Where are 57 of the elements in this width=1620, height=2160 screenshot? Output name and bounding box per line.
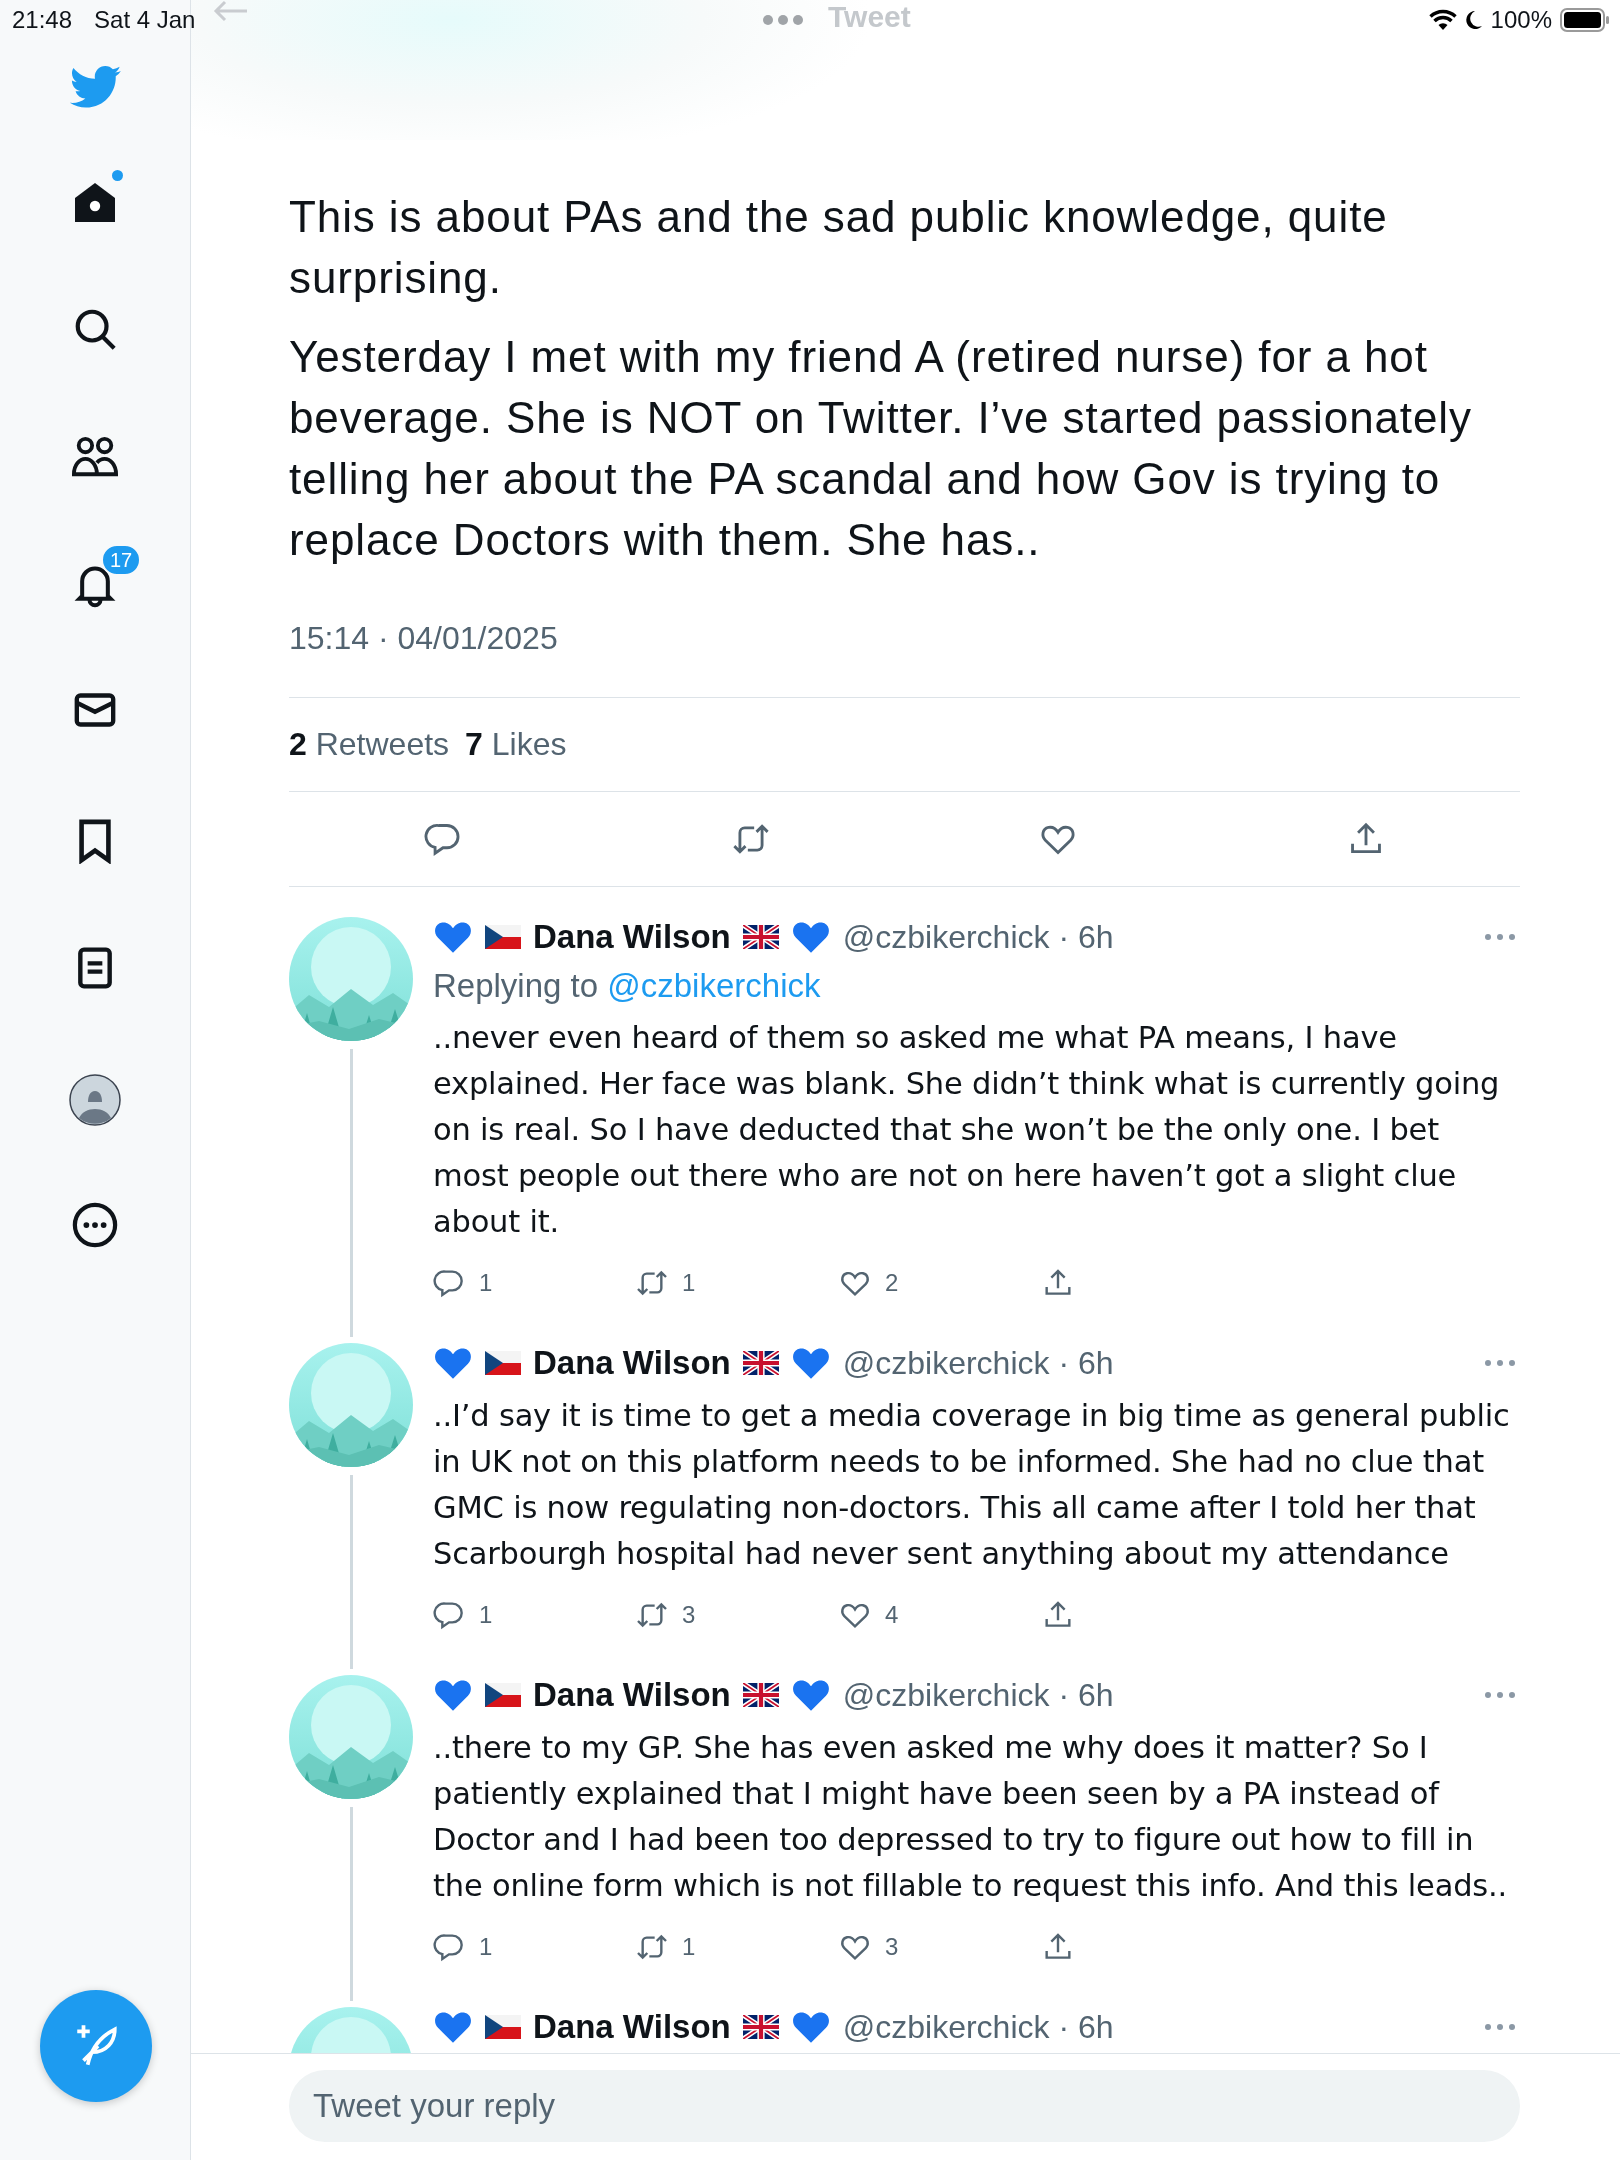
flag-icon [742,925,779,949]
action-count: 3 [682,1601,696,1629]
tweet-text: This is about PAs and the sad public knowledge, quite surprising. [289,191,1389,304]
tweet-text: Yesterday I met with my friend A (retired nurse) for a hot beverage. She is NOT on Twitter. I’ve started passionately telling her about the PA scandal and how Gov is trying to replace Doctors with them. She has.. [289,331,1473,566]
author-handle-time: @czbikerchick · 6h [842,918,1114,956]
action-count: 3 [885,1933,899,1961]
wifi-icon [1428,9,1457,31]
document-icon[interactable] [76,946,114,990]
action-count: 1 [682,1933,696,1961]
reply-icon[interactable] [433,1599,465,1631]
author-name[interactable]: Dana Wilson [533,2008,731,2046]
author-name[interactable]: Dana Wilson [533,1344,731,1382]
flag-icon [485,2015,521,2039]
reply-text: ..I’d say it is time to get a media coverage in big time as general public in UK not on this platform needs to be informed. She had no clue that GMC is now regulating non-doctors. This all came after I told her that Scarbourgh hospital had never sent anything about my attendance [433,1397,1511,1573]
author-name[interactable]: Dana Wilson [533,918,731,956]
moon-icon [1464,9,1483,31]
flag-icon [742,1683,779,1707]
more-dots-icon[interactable] [1484,2023,1516,2031]
author-handle-time: @czbikerchick · 6h [842,2008,1114,2046]
tweet-stat-link[interactable]: 7 Likes [465,726,567,763]
mail-icon[interactable] [73,690,117,730]
action-count: 1 [479,1933,493,1961]
status-date: Sat 4 Jan [94,6,196,34]
action-count: 1 [479,1601,493,1629]
header-title: Tweet [828,0,911,34]
more-dots-icon[interactable] [1484,1691,1516,1699]
reply-icon[interactable] [433,1931,465,1963]
battery-percent: 100% [1490,6,1552,34]
replying-to-text: Replying to @czbikerchick [433,967,822,1005]
more-dots-icon[interactable] [1484,933,1516,941]
status-time: 21:48 [12,6,73,34]
battery-icon [1560,8,1610,32]
action-count: 1 [682,1269,696,1297]
tweet-timestamp: 15:14 · 04/01/2025 [289,620,1520,698]
more-dots-icon[interactable] [1484,1359,1516,1367]
reply-input-field[interactable]: Tweet your reply [289,2070,1520,2142]
flag-icon [485,925,521,949]
flag-icon [742,2015,779,2039]
notification-count: 17 [101,544,142,576]
bookmark-icon[interactable] [77,818,113,864]
reply-text: ..never even heard of them so asked me what PA means, I have explained. Her face was blank. She didn’t think what is currently going on is real. So I have deducted that she won’t be the only one. I bet most people out there who are not on here haven’t got a slight clue about it. [433,1019,1501,1241]
action-count: 2 [885,1269,899,1297]
flag-icon [485,1683,521,1707]
author-name[interactable]: Dana Wilson [533,1676,731,1714]
author-handle-time: @czbikerchick · 6h [842,1344,1114,1382]
profile-avatar-icon[interactable] [69,1074,121,1126]
reply-text: ..there to my GP. She has even asked me why does it matter? So I patiently explained that I might have been seen by a PA instead of Doctor and I had been too depressed to try to figure out how to fill in the online form which is not fillable to request this info. And this leads.. [433,1729,1508,1905]
bird-logo-icon[interactable] [68,64,122,110]
more-icon[interactable] [72,1202,118,1248]
reply-icon[interactable] [433,1267,465,1299]
flag-icon [485,1351,521,1375]
action-count: 1 [479,1269,493,1297]
flag-icon [742,1351,779,1375]
tweet-stat-link[interactable]: 2 Retweets [289,726,450,763]
more-dots-icon[interactable] [762,14,804,26]
author-handle-time: @czbikerchick · 6h [842,1676,1114,1714]
action-count: 4 [885,1601,899,1629]
